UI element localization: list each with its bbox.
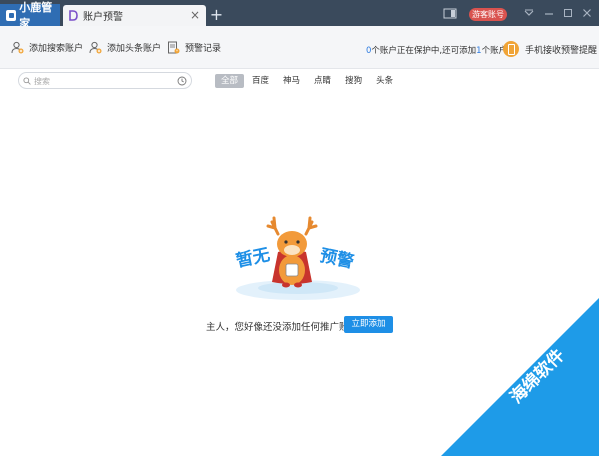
add-search-account-label: 添加搜索账户 — [29, 43, 84, 54]
filter-tab-dianjing[interactable]: 点睛 — [308, 74, 337, 88]
filter-tab-shenma[interactable]: 神马 — [277, 74, 306, 88]
card-icon[interactable] — [443, 8, 457, 19]
filter-tab-sogou[interactable]: 搜狗 — [339, 74, 368, 88]
maximize-icon[interactable] — [561, 6, 575, 20]
minimize-icon[interactable] — [542, 6, 556, 20]
phone-icon — [503, 41, 519, 57]
search-icon — [23, 77, 31, 85]
search-box — [18, 72, 192, 89]
alert-records-button[interactable]: 预警记录 — [167, 39, 221, 55]
document-alert-icon — [168, 41, 180, 53]
tab-label: 账户预警 — [83, 12, 123, 23]
guest-account-button[interactable]: 游客账号 — [469, 8, 507, 21]
mobile-alert-button[interactable]: 手机接收预警提醒 — [503, 40, 597, 58]
platform-filter-tabs: 全部 百度 神马 点睛 搜狗 头条 — [215, 74, 401, 88]
tab-close-icon[interactable]: × — [190, 8, 200, 22]
title-bar: 小鹿管家 账户预警 × + 游客账号 — [0, 0, 599, 30]
menu-dropdown-icon[interactable] — [522, 6, 536, 20]
toolbar: 添加搜索账户 添加头条账户 预警记录 0个账户正在保护中,还可添加1个账户 手机… — [0, 26, 599, 69]
alert-records-label: 预警记录 — [185, 43, 222, 54]
app-brand[interactable]: 小鹿管家 — [0, 1, 60, 30]
add-tab-button[interactable]: + — [208, 7, 225, 24]
tab-account-alert[interactable]: 账户预警 × — [63, 5, 206, 26]
protect-text-1: 个账户正在保护中,还可添加 — [371, 46, 477, 56]
add-user-icon — [11, 41, 24, 53]
add-now-button[interactable]: 立即添加 — [344, 316, 393, 333]
close-window-icon[interactable] — [580, 6, 594, 20]
history-clock-icon[interactable] — [177, 76, 187, 86]
filter-tab-toutiao[interactable]: 头条 — [370, 74, 399, 88]
add-toutiao-account-label: 添加头条账户 — [107, 43, 162, 54]
protect-status: 0个账户正在保护中,还可添加1个账户 — [366, 44, 507, 56]
tab-deer-icon — [69, 10, 78, 21]
add-search-account-button[interactable]: 添加搜索账户 — [11, 39, 83, 55]
empty-badge-left: 暂无 — [234, 244, 272, 272]
add-user-icon — [89, 41, 102, 53]
empty-badge-right: 预警 — [318, 245, 356, 273]
add-toutiao-account-button[interactable]: 添加头条账户 — [89, 39, 161, 55]
app-logo-icon — [6, 9, 17, 21]
search-input[interactable] — [32, 74, 176, 89]
filter-tab-all[interactable]: 全部 — [215, 74, 245, 88]
empty-state-mascot-image: 暂无 预警 — [234, 216, 360, 300]
mobile-alert-label: 手机接收预警提醒 — [525, 45, 598, 56]
filter-tab-baidu[interactable]: 百度 — [246, 74, 275, 88]
